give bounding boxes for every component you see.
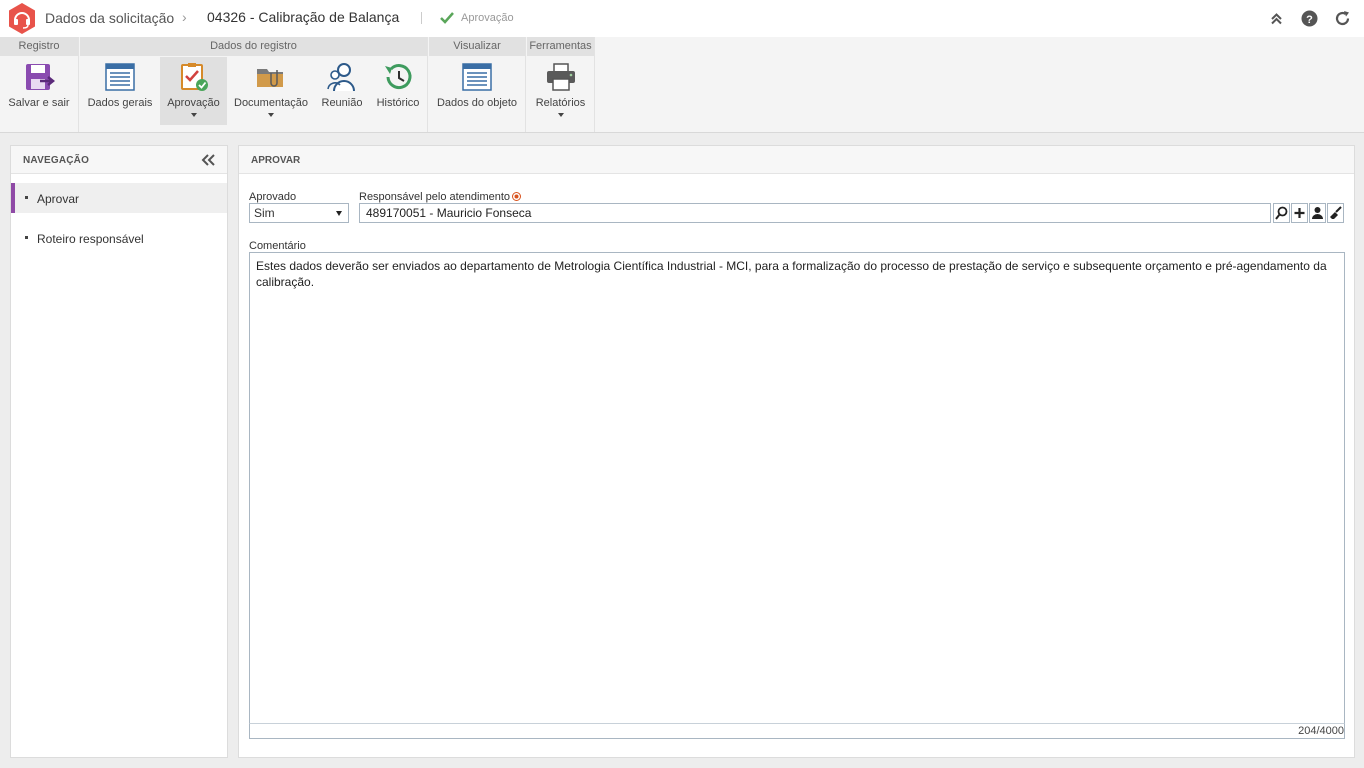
comment-textarea[interactable]: Estes dados deverão ser enviados ao depa… xyxy=(249,252,1345,724)
nav-item-label: Roteiro responsável xyxy=(37,232,144,246)
search-icon xyxy=(1275,206,1288,220)
general-data-label: Dados gerais xyxy=(87,97,153,109)
documentation-label: Documentação xyxy=(234,97,308,109)
nav-item-roteiro-responsavel[interactable]: Roteiro responsável xyxy=(11,223,227,253)
responsible-field[interactable]: 489170051 - Mauricio Fonseca xyxy=(359,203,1271,223)
page-title: 04326 - Calibração de Balança xyxy=(207,9,400,25)
meeting-button[interactable]: Reunião xyxy=(315,57,369,125)
app-logo-icon xyxy=(9,3,35,34)
ribbon-group-title: Visualizar xyxy=(429,37,525,56)
collapse-up-icon[interactable] xyxy=(1268,10,1285,27)
status-label: Aprovação xyxy=(461,12,514,24)
folder-attachment-icon xyxy=(257,69,283,87)
dropdown-caret-icon xyxy=(190,113,197,117)
breadcrumb-separator: › xyxy=(182,9,187,25)
history-clock-icon xyxy=(385,64,412,90)
ribbon-group-title: Ferramentas xyxy=(527,37,594,56)
required-icon xyxy=(512,192,522,201)
collapse-left-icon[interactable] xyxy=(201,154,215,166)
plus-icon xyxy=(1294,208,1305,218)
ribbon-group-visualizar: Visualizar Dados do objeto xyxy=(429,37,526,132)
save-exit-button[interactable]: Salvar e sair xyxy=(0,57,78,125)
save-exit-label: Salvar e sair xyxy=(8,97,70,109)
ribbon-group-dados-registro: Dados do registro Dados gerais Aprovação xyxy=(80,37,428,132)
user-icon xyxy=(1312,207,1323,219)
dropdown-caret-icon xyxy=(557,113,564,117)
user-button[interactable] xyxy=(1309,203,1326,223)
approve-panel: APROVAR Aprovado Sim Responsável pelo at… xyxy=(238,145,1355,758)
svg-text:?: ? xyxy=(1306,14,1313,26)
bullet-icon xyxy=(25,236,28,239)
reports-label: Relatórios xyxy=(535,97,586,109)
char-count-bar: 204/4000 xyxy=(249,723,1345,739)
approved-value: Sim xyxy=(254,206,275,220)
printer-icon xyxy=(546,63,575,91)
object-data-button[interactable]: Dados do objeto xyxy=(429,57,525,125)
approval-button[interactable]: Aprovação xyxy=(160,57,227,125)
refresh-icon[interactable] xyxy=(1334,10,1351,27)
meeting-label: Reunião xyxy=(321,97,363,109)
navigation-header: NAVEGAÇÃO xyxy=(11,146,227,174)
approved-select[interactable]: Sim xyxy=(249,203,349,223)
nav-item-label: Aprovar xyxy=(37,192,80,206)
navigation-panel: NAVEGAÇÃO Aprovar Roteiro responsável xyxy=(10,145,228,758)
ribbon-group-title: Dados do registro xyxy=(80,37,427,56)
divider xyxy=(421,12,422,24)
panel-title: APROVAR xyxy=(251,155,301,166)
history-label: Histórico xyxy=(376,97,420,109)
approval-clipboard-icon xyxy=(180,63,208,91)
top-bar: Dados da solicitação › 04326 - Calibraçã… xyxy=(0,0,1364,37)
ribbon-group-ferramentas: Ferramentas Relatórios xyxy=(527,37,595,132)
chevron-down-icon xyxy=(336,211,342,216)
comment-label: Comentário xyxy=(249,240,306,252)
dropdown-caret-icon xyxy=(268,113,274,117)
form-icon xyxy=(105,63,135,91)
object-data-label: Dados do objeto xyxy=(436,97,518,109)
ribbon-group-title: Registro xyxy=(0,37,78,56)
search-button[interactable] xyxy=(1273,203,1290,223)
nav-item-aprovar[interactable]: Aprovar xyxy=(11,183,227,213)
save-exit-icon xyxy=(26,64,55,90)
approval-check-icon xyxy=(440,12,454,24)
responsible-label-wrap: Responsável pelo atendimento xyxy=(359,191,522,203)
approval-label: Aprovação xyxy=(167,97,220,109)
add-button[interactable] xyxy=(1291,203,1308,223)
eraser-icon xyxy=(1330,206,1342,219)
bullet-icon xyxy=(25,196,28,199)
approved-label: Aprovado xyxy=(249,191,297,203)
breadcrumb-root[interactable]: Dados da solicitação xyxy=(45,10,174,26)
ribbon-toolbar: Registro Salvar e sair Dados do registro… xyxy=(0,37,1364,133)
clear-button[interactable] xyxy=(1327,203,1344,223)
general-data-button[interactable]: Dados gerais xyxy=(80,57,160,125)
char-count: 204/4000 xyxy=(1298,725,1344,737)
reports-button[interactable]: Relatórios xyxy=(527,57,594,125)
history-button[interactable]: Histórico xyxy=(369,57,427,125)
help-icon[interactable]: ? xyxy=(1301,10,1318,27)
ribbon-group-registro: Registro Salvar e sair xyxy=(0,37,79,132)
documentation-button[interactable]: Documentação xyxy=(229,57,313,125)
navigation-title: NAVEGAÇÃO xyxy=(23,155,90,166)
responsible-label: Responsável pelo atendimento xyxy=(359,191,511,203)
form-icon xyxy=(462,63,492,91)
approve-header: APROVAR xyxy=(239,146,1354,174)
meeting-people-icon xyxy=(327,63,355,92)
